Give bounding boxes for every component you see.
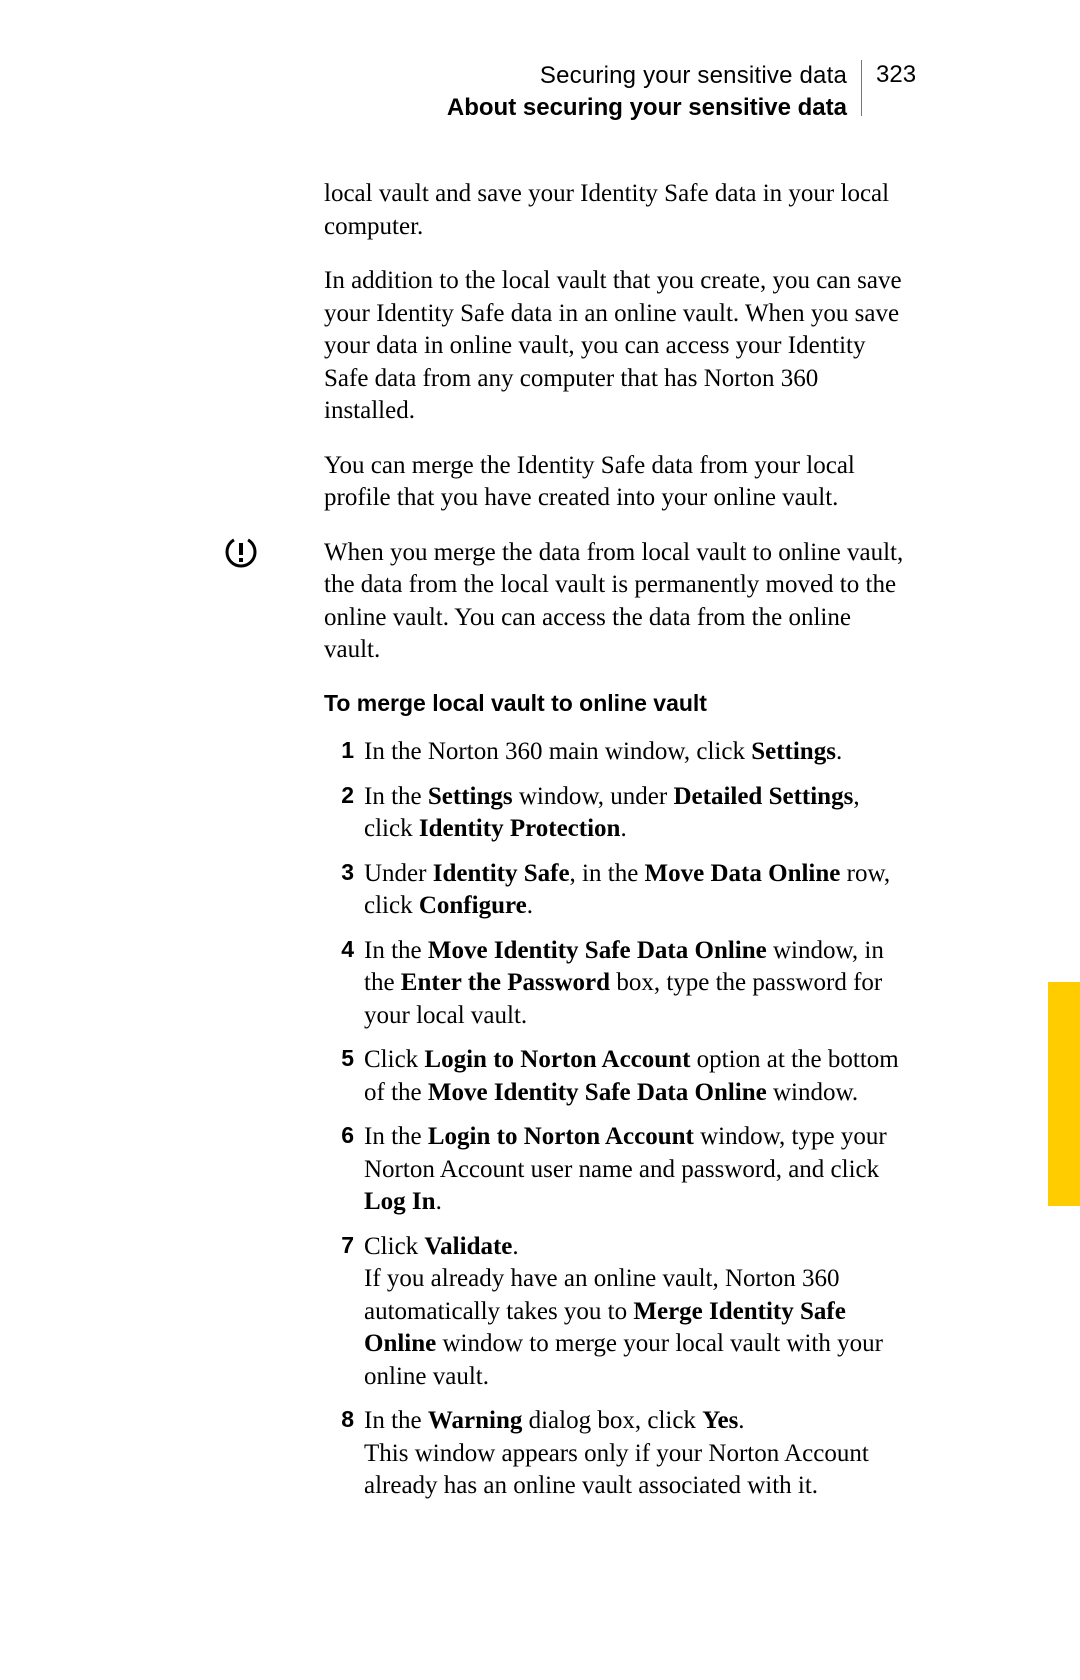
step-item: In the Warning dialog box, click Yes. Th… — [324, 1405, 904, 1503]
warning-icon — [224, 535, 258, 569]
section-tab — [1048, 982, 1080, 1206]
step-item: In the Move Identity Safe Data Online wi… — [324, 935, 904, 1033]
warning-paragraph: When you merge the data from local vault… — [324, 537, 904, 667]
page: Securing your sensitive data About secur… — [0, 0, 1080, 1680]
step-item: In the Settings window, under Detailed S… — [324, 781, 904, 846]
body-paragraph: You can merge the Identity Safe data fro… — [324, 450, 904, 515]
step-item: Click Login to Norton Account option at … — [324, 1044, 904, 1109]
page-body: local vault and save your Identity Safe … — [324, 178, 904, 1515]
step-item: In the Norton 360 main window, click Set… — [324, 736, 904, 769]
page-number: 323 — [876, 60, 920, 89]
step-item: Under Identity Safe, in the Move Data On… — [324, 858, 904, 923]
running-title: Securing your sensitive data — [540, 60, 847, 92]
step-item: Click Validate. If you already have an o… — [324, 1231, 904, 1394]
header-divider — [861, 60, 862, 116]
step-list: In the Norton 360 main window, click Set… — [324, 736, 904, 1503]
step-item: In the Login to Norton Account window, t… — [324, 1121, 904, 1219]
body-paragraph: local vault and save your Identity Safe … — [324, 178, 904, 243]
warning-text: When you merge the data from local vault… — [324, 539, 903, 664]
task-heading: To merge local vault to online vault — [324, 689, 904, 719]
page-header: Securing your sensitive data About secur… — [0, 60, 920, 125]
header-subtitle: About securing your sensitive data — [447, 92, 847, 124]
body-paragraph: In addition to the local vault that you … — [324, 265, 904, 428]
